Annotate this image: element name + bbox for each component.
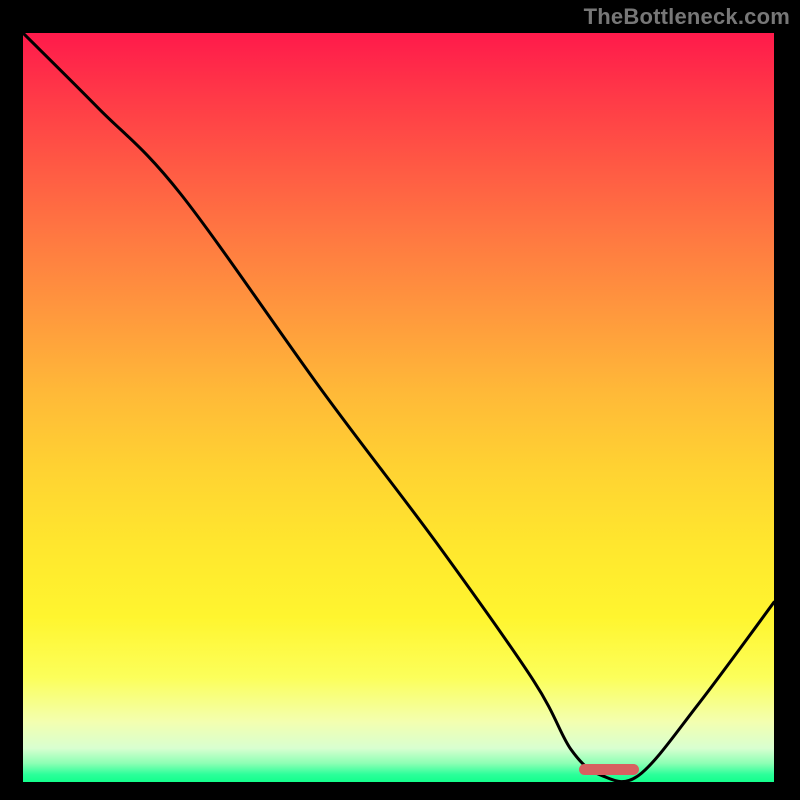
bottleneck-curve bbox=[23, 33, 774, 782]
watermark-text: TheBottleneck.com bbox=[584, 4, 790, 30]
plot-area bbox=[23, 33, 774, 782]
optimal-range-marker bbox=[579, 764, 639, 775]
chart-container: TheBottleneck.com bbox=[0, 0, 800, 800]
